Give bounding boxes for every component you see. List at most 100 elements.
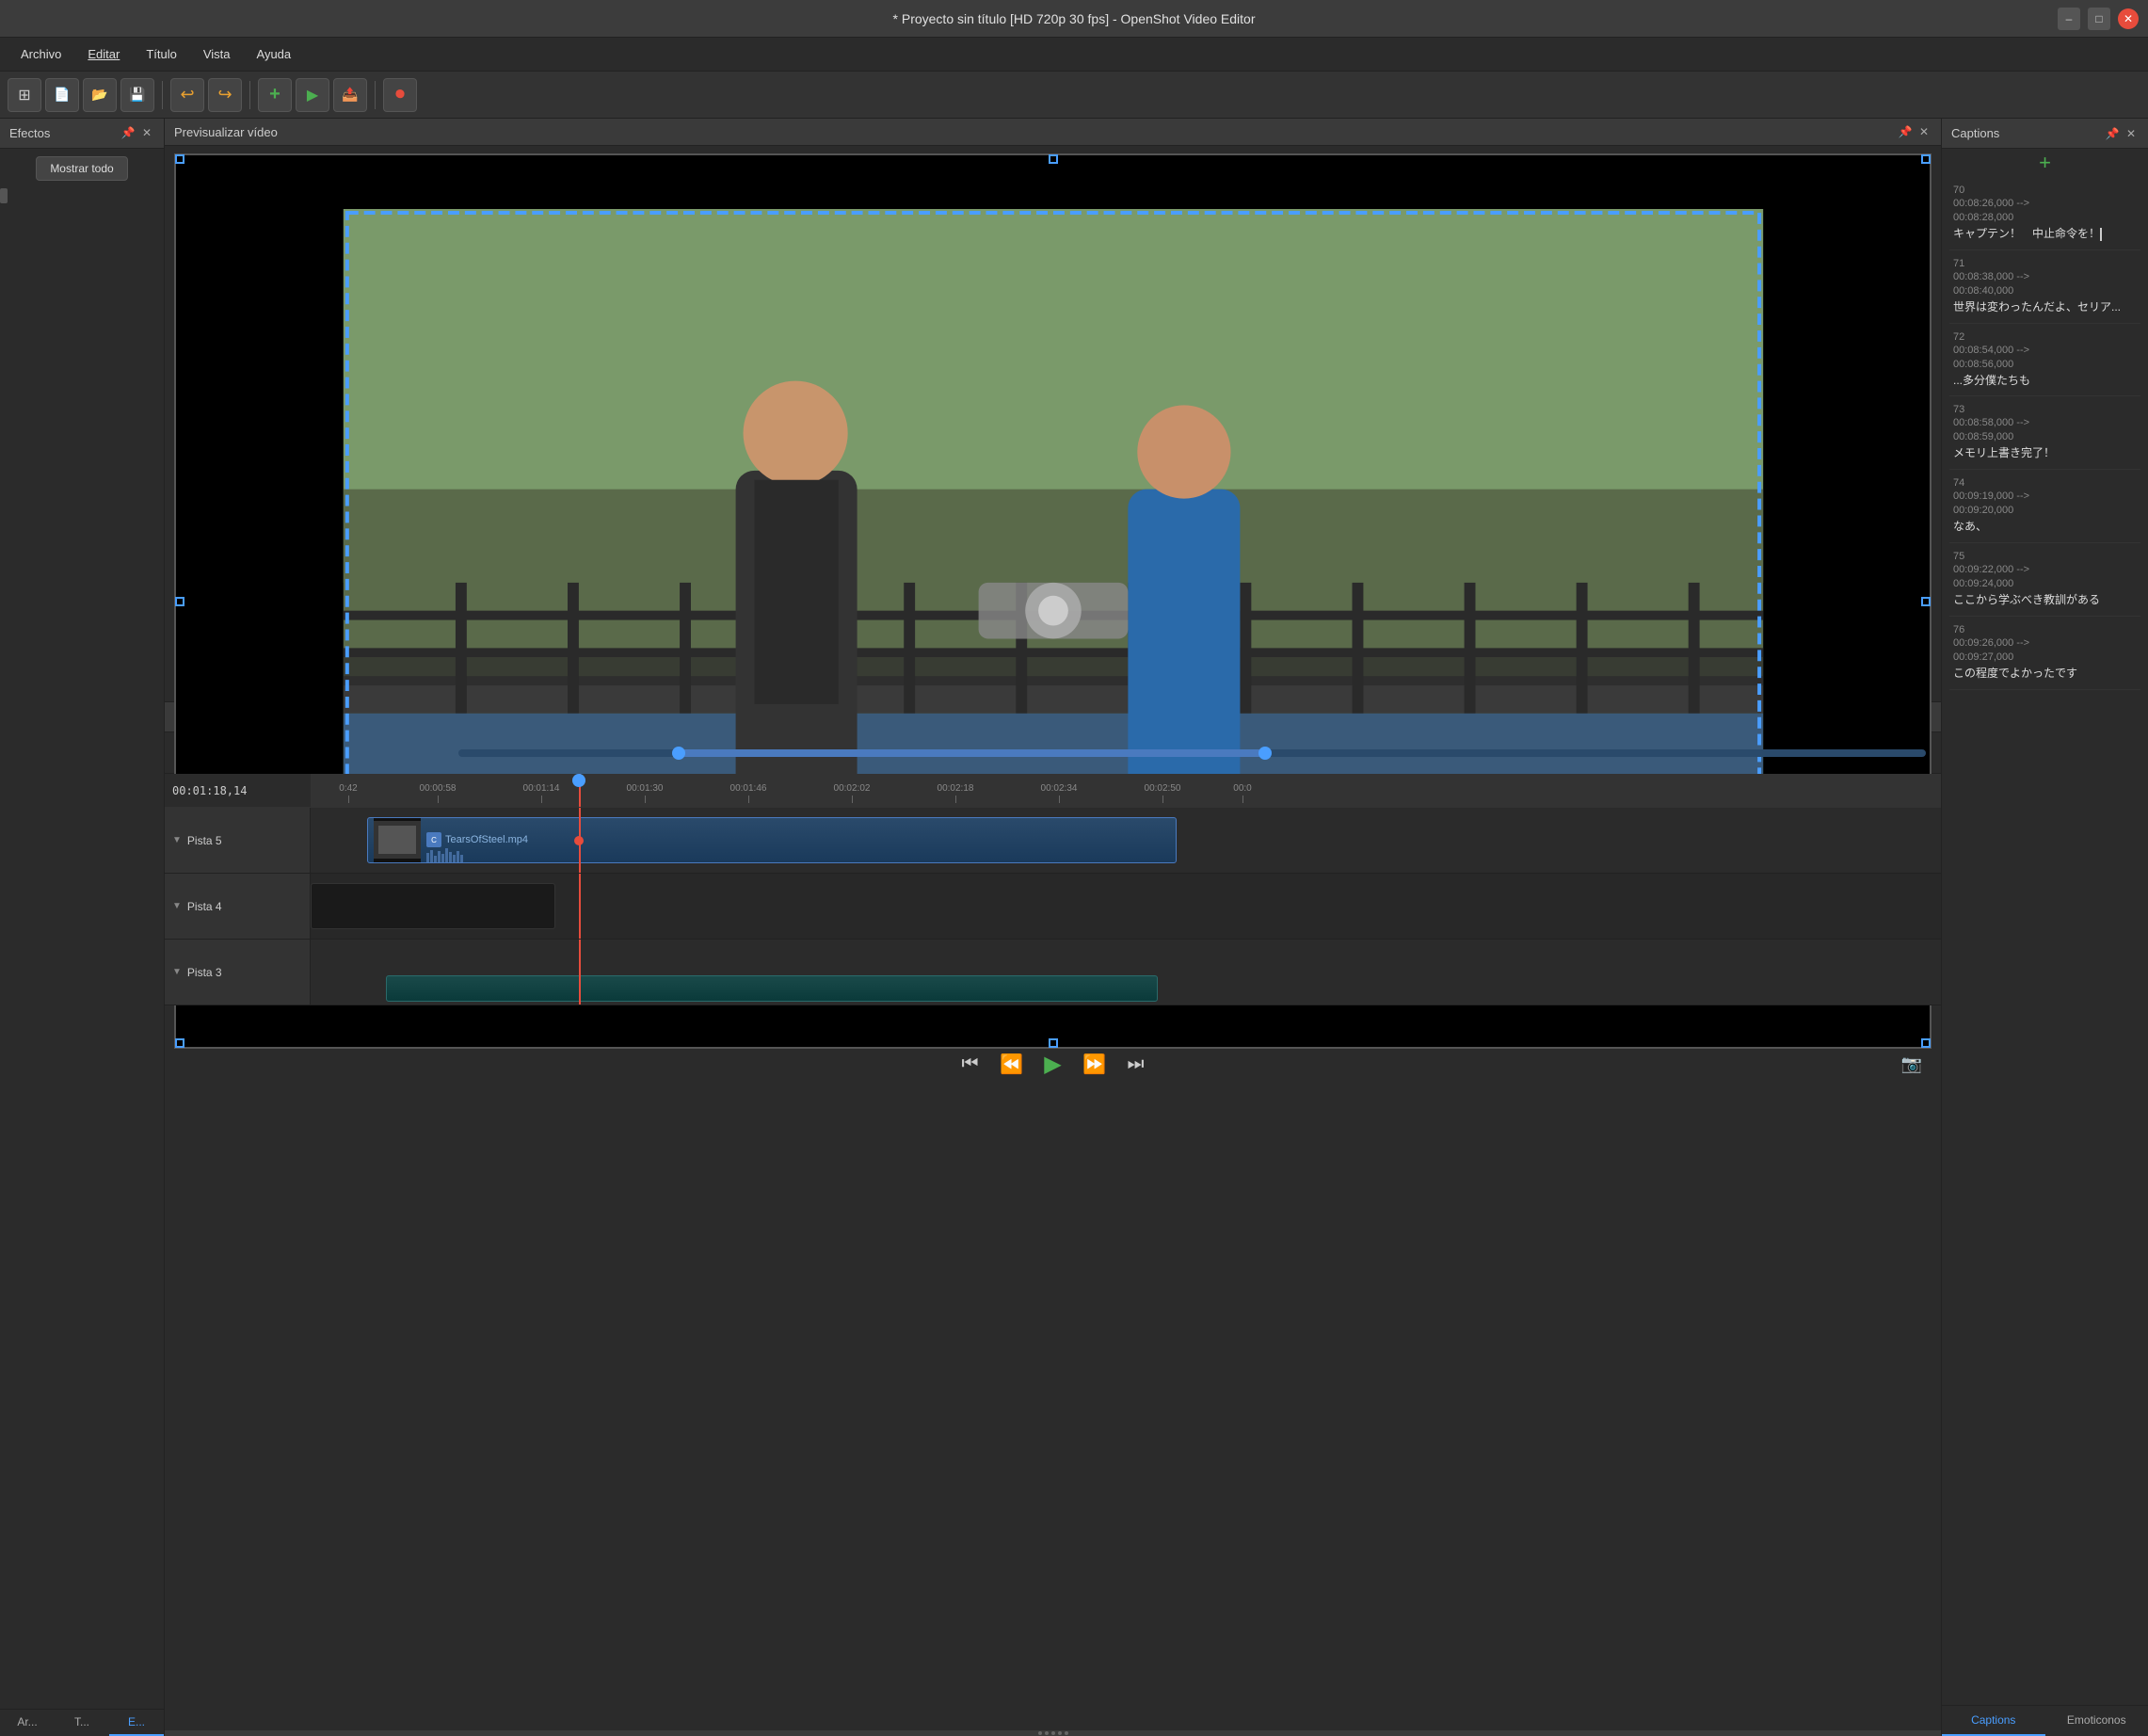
tab-emoticons[interactable]: Emoticonos (2045, 1706, 2148, 1736)
effects-tabs: Ar... T... E... (0, 1709, 164, 1736)
caption-time-74b: 00:09:20,000 (1953, 505, 2137, 516)
effects-panel-header: Efectos 📌 ✕ (0, 119, 164, 149)
caption-entry-76[interactable]: 76 00:09:26,000 --> 00:09:27,000 この程度でよか… (1949, 617, 2140, 690)
captions-tabs: Captions Emoticonos (1942, 1705, 2148, 1736)
track-label-4: ▼ Pista 4 (165, 874, 311, 939)
caption-entry-74[interactable]: 74 00:09:19,000 --> 00:09:20,000 なあ、 (1949, 470, 2140, 543)
handle-top-right[interactable] (1921, 154, 1931, 164)
caption-num-71: 71 (1953, 258, 2137, 269)
caption-entry-75[interactable]: 75 00:09:22,000 --> 00:09:24,000 ここから学ぶべ… (1949, 543, 2140, 617)
clip-c-icon: C (426, 832, 441, 847)
caption-text-71: 世界は変わったんだよ、セリア... (1953, 299, 2137, 315)
track-3-arrow[interactable]: ▼ (172, 967, 182, 977)
handle-mid-left[interactable] (175, 597, 184, 606)
redo-button[interactable]: ↪ (208, 78, 242, 112)
toolbar-separator-2 (249, 81, 250, 109)
save-button[interactable]: 💾 (120, 78, 154, 112)
caption-time-70a: 00:08:26,000 --> (1953, 198, 2137, 209)
caption-text-76: この程度でよかったです (1953, 666, 2137, 682)
caption-text-73: メモリ上書き完了！ (1953, 445, 2137, 461)
caption-time-73a: 00:08:58,000 --> (1953, 417, 2137, 428)
caption-entry-72[interactable]: 72 00:08:54,000 --> 00:08:56,000 ...多分僕た… (1949, 324, 2140, 397)
caption-text-74: なあ、 (1953, 519, 2137, 535)
timeline-ruler-row: 00:01:18,14 0:42 00:00:58 (165, 774, 1941, 808)
tab-ef[interactable]: E... (109, 1710, 164, 1736)
menu-titulo[interactable]: Título (135, 43, 188, 65)
caption-time-75b: 00:09:24,000 (1953, 578, 2137, 589)
timeline-ruler[interactable]: 0:42 00:00:58 00:01:14 (311, 774, 1941, 807)
ruler-spacer: 00:01:18,14 (165, 774, 311, 807)
caption-num-74: 74 (1953, 477, 2137, 489)
tab-captions[interactable]: Captions (1942, 1706, 2045, 1736)
track-4-name: Pista 4 (187, 900, 222, 913)
export-button[interactable]: 📤 (333, 78, 367, 112)
track-label-5: ▼ Pista 5 (165, 808, 311, 873)
captions-pin-icon[interactable]: 📌 (2105, 126, 2120, 141)
caption-num-76: 76 (1953, 624, 2137, 635)
maximize-button[interactable]: □ (2088, 8, 2110, 30)
menu-archivo[interactable]: Archivo (9, 43, 72, 65)
track-5-arrow[interactable]: ▼ (172, 835, 182, 845)
menu-editar[interactable]: Editar (76, 43, 131, 65)
captions-add-button[interactable]: + (1942, 149, 2148, 177)
record-button[interactable]: ⏺ (383, 78, 417, 112)
open-button[interactable]: 📂 (83, 78, 117, 112)
preview-header: Previsualizar vídeo 📌 ✕ (165, 119, 1941, 146)
handle-mid-right[interactable] (1921, 597, 1931, 606)
close-button[interactable]: ✕ (2118, 8, 2139, 29)
preview-close-icon[interactable]: ✕ (1916, 124, 1932, 139)
handle-top-left[interactable] (175, 154, 184, 164)
captions-panel: Captions 📌 ✕ + 70 00:08:26,000 --> 00:08… (1941, 119, 2148, 1736)
captions-title: Captions (1951, 126, 1999, 140)
captions-close-icon[interactable]: ✕ (2124, 126, 2139, 141)
caption-entry-71[interactable]: 71 00:08:38,000 --> 00:08:40,000 世界は変わった… (1949, 250, 2140, 324)
menu-ayuda[interactable]: Ayuda (246, 43, 303, 65)
window-controls: – □ ✕ (2058, 8, 2139, 30)
track-row-4: ▼ Pista 4 (165, 874, 1941, 940)
text-cursor (2100, 228, 2102, 241)
window-title: * Proyecto sin título [HD 720p 30 fps] -… (893, 11, 1256, 26)
caption-time-70b: 00:08:28,000 (1953, 212, 2137, 223)
track-row-5: ▼ Pista 5 (165, 808, 1941, 874)
show-all-button[interactable]: Mostrar todo (36, 156, 127, 181)
track-4-arrow[interactable]: ▼ (172, 901, 182, 911)
add-button[interactable]: + (258, 78, 292, 112)
caption-time-71b: 00:08:40,000 (1953, 285, 2137, 297)
track-area-4[interactable] (311, 874, 1941, 939)
effects-pin-icon[interactable]: 📌 (120, 125, 136, 140)
tab-ar[interactable]: Ar... (0, 1710, 55, 1736)
timeline-panel: Línea de tiempo ⊞ + ⊕ ✂ ▼ ⏮ ⏭ ⊕ ⊖ (165, 702, 1941, 1736)
caption-time-72a: 00:08:54,000 --> (1953, 345, 2137, 356)
track-area-3[interactable] (311, 940, 1941, 1005)
timeline-resize-handle[interactable] (165, 1730, 1941, 1736)
track-area-5[interactable]: C TearsOfSteel.mp4 (311, 808, 1941, 873)
effects-close-icon[interactable]: ✕ (139, 125, 154, 140)
new-button[interactable]: 📄 (45, 78, 79, 112)
center-panel: Previsualizar vídeo 📌 ✕ (165, 119, 1941, 1736)
caption-time-72b: 00:08:56,000 (1953, 359, 2137, 370)
caption-text-72: ...多分僕たちも (1953, 373, 2137, 389)
toolbar-separator-3 (375, 81, 376, 109)
caption-entry-73[interactable]: 73 00:08:58,000 --> 00:08:59,000 メモリ上書き完… (1949, 396, 2140, 470)
preview-button[interactable]: ▶ (296, 78, 329, 112)
caption-entry-70[interactable]: 70 00:08:26,000 --> 00:08:28,000 キャプテン！ … (1949, 177, 2140, 250)
effects-panel: Efectos 📌 ✕ Mostrar todo (0, 119, 165, 1736)
undo-button[interactable]: ↩ (170, 78, 204, 112)
caption-num-70: 70 (1953, 185, 2137, 196)
caption-text-75: ここから学ぶべき教訓がある (1953, 592, 2137, 608)
tab-tr[interactable]: T... (55, 1710, 109, 1736)
clip-tearsofseel[interactable]: C TearsOfSteel.mp4 (367, 817, 1177, 862)
grid-button[interactable]: ⊞ (8, 78, 41, 112)
captions-list: 70 00:08:26,000 --> 00:08:28,000 キャプテン！ … (1942, 177, 2148, 1705)
caption-time-76a: 00:09:26,000 --> (1953, 637, 2137, 649)
captions-header-icons: 📌 ✕ (2105, 126, 2139, 141)
menu-bar: Archivo Editar Título Vista Ayuda (0, 38, 2148, 72)
handle-top-mid[interactable] (1049, 154, 1058, 164)
effects-header-icons: 📌 ✕ (120, 125, 154, 140)
clip-label: TearsOfSteel.mp4 (445, 834, 528, 845)
preview-pin-icon[interactable]: 📌 (1898, 124, 1913, 139)
minimize-button[interactable]: – (2058, 8, 2080, 30)
caption-time-71a: 00:08:38,000 --> (1953, 271, 2137, 282)
menu-vista[interactable]: Vista (192, 43, 242, 65)
track-label-3: ▼ Pista 3 (165, 940, 311, 1005)
